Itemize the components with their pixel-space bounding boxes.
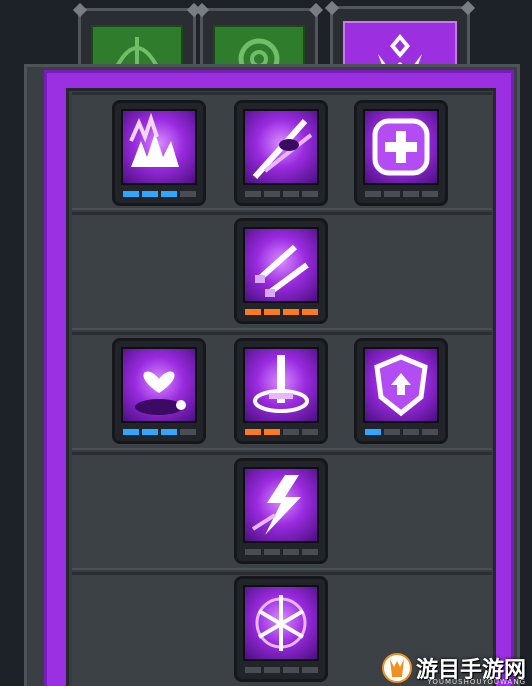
skill-level-pips [123, 429, 196, 435]
heal-cross-icon [363, 109, 439, 185]
level-pip [302, 667, 318, 673]
skill-slot-heal-cross[interactable] [354, 100, 448, 206]
level-pip [245, 309, 261, 315]
skill-slot-burst-claws[interactable] [112, 100, 206, 206]
skill-level-pips [365, 191, 438, 197]
level-pip [245, 549, 261, 555]
level-pip [123, 429, 139, 435]
pet-heart-icon [121, 347, 197, 423]
skill-level-pips [245, 309, 318, 315]
level-pip [365, 429, 381, 435]
skill-slot-dash-strike[interactable] [234, 100, 328, 206]
level-pip [180, 429, 196, 435]
level-pip [264, 549, 280, 555]
watermark-subtitle: YOUMUSHOUYOUWANG [427, 678, 526, 686]
twin-daggers-icon [243, 227, 319, 303]
level-pip [302, 191, 318, 197]
skill-slot-shield-up[interactable] [354, 338, 448, 444]
level-pip [403, 429, 419, 435]
skill-slot-twin-daggers[interactable] [234, 218, 328, 324]
level-pip [365, 191, 381, 197]
level-pip [283, 309, 299, 315]
level-pip [422, 429, 438, 435]
skill-level-pips [365, 429, 438, 435]
dash-strike-icon [243, 109, 319, 185]
level-pip [302, 549, 318, 555]
skill-slot-pet-heart[interactable] [112, 338, 206, 444]
level-pip [422, 191, 438, 197]
level-pip [142, 429, 158, 435]
skill-level-pips [245, 191, 318, 197]
skill-slot-swords-ring[interactable] [234, 576, 328, 682]
level-pip [245, 429, 261, 435]
skill-slot-sword-circle[interactable] [234, 338, 328, 444]
level-pip [180, 191, 196, 197]
level-pip [161, 429, 177, 435]
level-pip [142, 191, 158, 197]
level-pip [283, 667, 299, 673]
level-pip [123, 191, 139, 197]
level-pip [283, 549, 299, 555]
level-pip [264, 191, 280, 197]
level-pip [384, 191, 400, 197]
skill-level-pips [245, 667, 318, 673]
level-pip [283, 429, 299, 435]
level-pip [245, 667, 261, 673]
level-pip [302, 309, 318, 315]
burst-claws-icon [121, 109, 197, 185]
level-pip [302, 429, 318, 435]
level-pip [264, 429, 280, 435]
skill-level-pips [123, 191, 196, 197]
level-pip [283, 191, 299, 197]
level-pip [264, 667, 280, 673]
swords-ring-icon [243, 585, 319, 661]
level-pip [245, 191, 261, 197]
lightning-arrow-icon [243, 467, 319, 543]
shield-up-icon [363, 347, 439, 423]
level-pip [161, 191, 177, 197]
level-pip [264, 309, 280, 315]
skill-slot-lightning-arrow[interactable] [234, 458, 328, 564]
skill-level-pips [245, 429, 318, 435]
sword-circle-icon [243, 347, 319, 423]
level-pip [403, 191, 419, 197]
level-pip [384, 429, 400, 435]
watermark-logo-icon [381, 653, 412, 683]
skill-level-pips [245, 549, 318, 555]
